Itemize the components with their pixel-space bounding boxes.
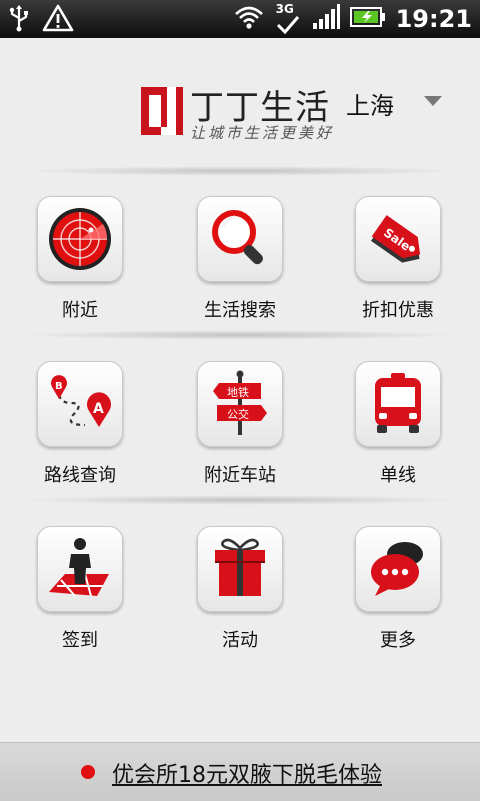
tile-single-line[interactable]: 单线 — [323, 361, 473, 487]
tile-label: 单线 — [380, 465, 416, 486]
promo-link[interactable]: 优会所18元双腋下脱毛体验 — [112, 757, 382, 789]
tile-label: 附近 — [62, 300, 98, 321]
warning-icon — [42, 4, 74, 36]
tile-life-search[interactable]: 生活搜索 — [165, 196, 315, 322]
tile-label: 签到 — [62, 630, 98, 651]
tile-label: 生活搜索 — [204, 300, 276, 321]
route-icon: B A — [51, 375, 111, 427]
wifi-icon — [234, 4, 264, 34]
tile-check-in[interactable]: 签到 — [5, 526, 155, 652]
checkin-icon — [49, 538, 109, 597]
signpost-bottom: 公交 — [227, 407, 249, 421]
logo-slogan: 让城市生活更美好 — [190, 124, 335, 142]
gift-icon — [215, 538, 265, 596]
tile-label: 附近车站 — [204, 465, 276, 486]
network-type-indicator: 3G — [274, 3, 302, 35]
tile-label: 更多 — [380, 630, 416, 651]
route-end-marker: A — [93, 401, 104, 417]
magnifier-icon — [212, 210, 263, 265]
clock: 19:21 — [395, 5, 472, 33]
logo-icon — [141, 87, 183, 135]
red-dot-icon — [81, 765, 95, 779]
signal-icon — [312, 4, 340, 34]
divider — [20, 495, 460, 505]
bus-icon — [375, 373, 421, 433]
tile-discounts[interactable]: Sale 折扣优惠 — [323, 196, 473, 322]
route-start-marker: B — [55, 381, 63, 392]
tile-nearby-stations[interactable]: 地铁 公交 附近车站 — [165, 361, 315, 487]
tile-label: 活动 — [222, 630, 258, 651]
radar-icon — [49, 208, 111, 270]
divider — [20, 330, 460, 340]
chat-bubbles-icon — [371, 542, 423, 596]
signpost-top: 地铁 — [227, 386, 249, 399]
status-bar: 3G 19:21 — [0, 0, 480, 38]
chevron-down-icon[interactable] — [424, 96, 442, 106]
tile-more[interactable]: 更多 — [323, 526, 473, 652]
tile-label: 折扣优惠 — [362, 300, 434, 321]
battery-charging-icon — [349, 6, 386, 32]
signpost-icon: 地铁 公交 — [213, 370, 267, 435]
promo-banner[interactable]: 优会所18元双腋下脱毛体验 — [0, 742, 480, 801]
tile-activities[interactable]: 活动 — [165, 526, 315, 652]
sale-tag-icon: Sale — [371, 215, 421, 263]
divider — [20, 166, 460, 176]
tile-nearby[interactable]: 附近 — [5, 196, 155, 322]
city-selector[interactable]: 上海 — [346, 86, 394, 121]
tile-label: 路线查询 — [44, 465, 116, 486]
usb-icon — [8, 4, 30, 36]
tile-route-search[interactable]: B A 路线查询 — [5, 361, 155, 487]
